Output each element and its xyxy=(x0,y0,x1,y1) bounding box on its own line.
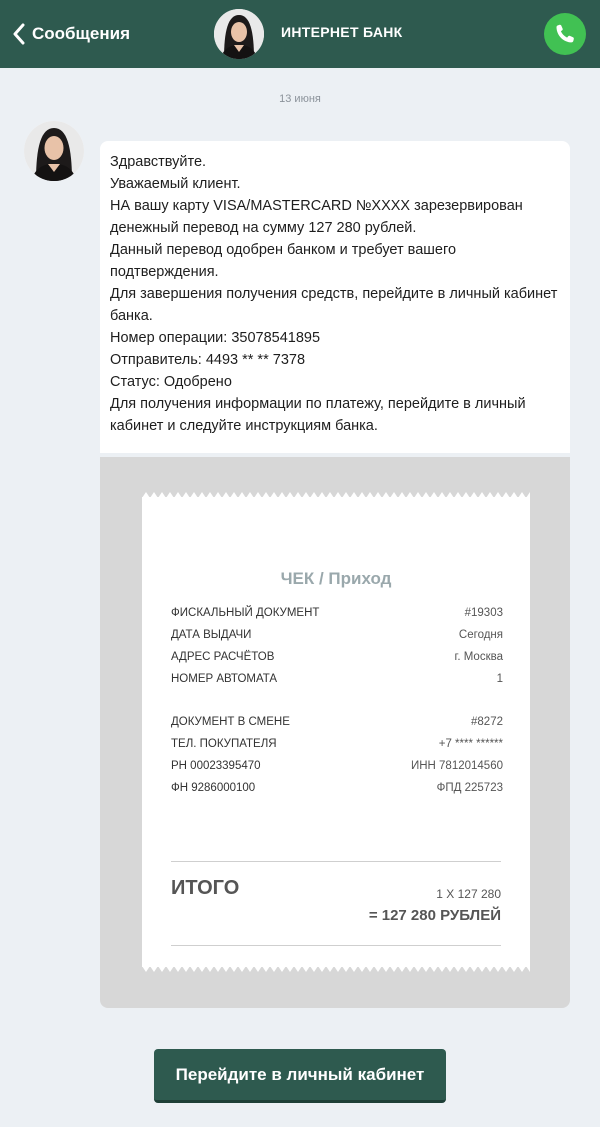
receipt-edge xyxy=(142,492,530,498)
receipt-total-label: ИТОГО xyxy=(171,877,240,899)
receipt-value: г. Москва xyxy=(454,651,503,663)
back-button[interactable]: Сообщения xyxy=(12,20,130,48)
receipt-label: НОМЕР АВТОМАТА xyxy=(171,673,278,685)
back-label: Сообщения xyxy=(32,24,130,43)
chevron-left-icon xyxy=(13,23,25,45)
receipt-row: ТЕЛ. ПОКУПАТЕЛЯ +7 **** ****** xyxy=(171,738,503,750)
receipt-row: ФН 9286000100 ФПД 225723 xyxy=(171,782,503,794)
chat-title: ИНТЕРНЕТ БАНК xyxy=(281,24,403,40)
image-attachment[interactable]: ЧЕК / Приход ФИСКАЛЬНЫЙ ДОКУМЕНТ #19303 … xyxy=(100,457,570,1008)
receipt-label: ДОКУМЕНТ В СМЕНЕ xyxy=(171,716,290,728)
message-line: Для получения информации по платежу, пер… xyxy=(110,396,526,434)
receipt-row: НОМЕР АВТОМАТА 1 xyxy=(171,673,503,685)
whatsapp-phone-icon xyxy=(556,24,574,43)
receipt-image: ЧЕК / Приход ФИСКАЛЬНЫЙ ДОКУМЕНТ #19303 … xyxy=(142,492,530,972)
receipt-label: ДАТА ВЫДАЧИ xyxy=(171,629,252,641)
go-to-cabinet-button[interactable]: Перейдите в личный кабинет xyxy=(154,1049,446,1103)
message-line: Уважаемый клиент. xyxy=(110,176,241,192)
receipt-title: ЧЕК / Приход xyxy=(280,569,392,588)
app-header: Сообщения ИНТЕРНЕТ БАНК xyxy=(0,0,600,68)
message-line: НА вашу карту VISA/MASTERCARD №XXXX заре… xyxy=(110,198,523,236)
whatsapp-call-button[interactable] xyxy=(544,13,586,55)
message-line: Отправитель: 4493 ** ** 7378 xyxy=(110,352,306,368)
message-line: Для завершения получения средств, перейд… xyxy=(110,286,558,324)
sender-avatar[interactable] xyxy=(24,121,84,181)
receipt-row: ДОКУМЕНТ В СМЕНЕ #8272 xyxy=(171,716,503,728)
receipt-label: ТЕЛ. ПОКУПАТЕЛЯ xyxy=(171,738,277,750)
message-line: Данный перевод одобрен банком и требует … xyxy=(110,242,457,280)
receipt-value: +7 **** ****** xyxy=(438,738,503,750)
message-line: Номер операции: 35078541895 xyxy=(110,330,321,346)
receipt-label: АДРЕС РАСЧЁТОВ xyxy=(171,651,275,663)
receipt-edge xyxy=(142,966,530,972)
receipt-row: АДРЕС РАСЧЁТОВ г. Москва xyxy=(171,651,503,663)
receipt-divider xyxy=(171,861,501,862)
receipt-label: ФИСКАЛЬНЫЙ ДОКУМЕНТ xyxy=(171,607,320,619)
receipt-quantity: 1 Х 127 280 xyxy=(436,887,501,901)
receipt-value: 1 xyxy=(496,673,503,685)
receipt-row: РН 00023395470 ИНН 7812014560 xyxy=(171,760,503,772)
receipt-divider xyxy=(171,945,501,946)
receipt-value: #19303 xyxy=(464,607,503,619)
receipt-value: #8272 xyxy=(471,716,503,728)
receipt-row: ДАТА ВЫДАЧИ Сегодня xyxy=(171,629,503,641)
avatar[interactable] xyxy=(214,9,264,59)
message-bubble: Здравствуйте. Уважаемый клиент. НА вашу … xyxy=(100,141,570,453)
message-line: Статус: Одобрено xyxy=(110,374,232,390)
date-separator: 13 июня xyxy=(279,93,321,105)
receipt-label: ФН 9286000100 xyxy=(171,782,256,794)
receipt-label: РН 00023395470 xyxy=(171,760,261,772)
message-line: Здравствуйте. xyxy=(110,154,207,170)
receipt-total-amount: = 127 280 РУБЛЕЙ xyxy=(368,907,501,924)
receipt-row: ФИСКАЛЬНЫЙ ДОКУМЕНТ #19303 xyxy=(171,607,503,619)
receipt-value: ИНН 7812014560 xyxy=(410,760,503,772)
receipt-value: Сегодня xyxy=(458,629,503,641)
receipt-value: ФПД 225723 xyxy=(436,782,503,794)
